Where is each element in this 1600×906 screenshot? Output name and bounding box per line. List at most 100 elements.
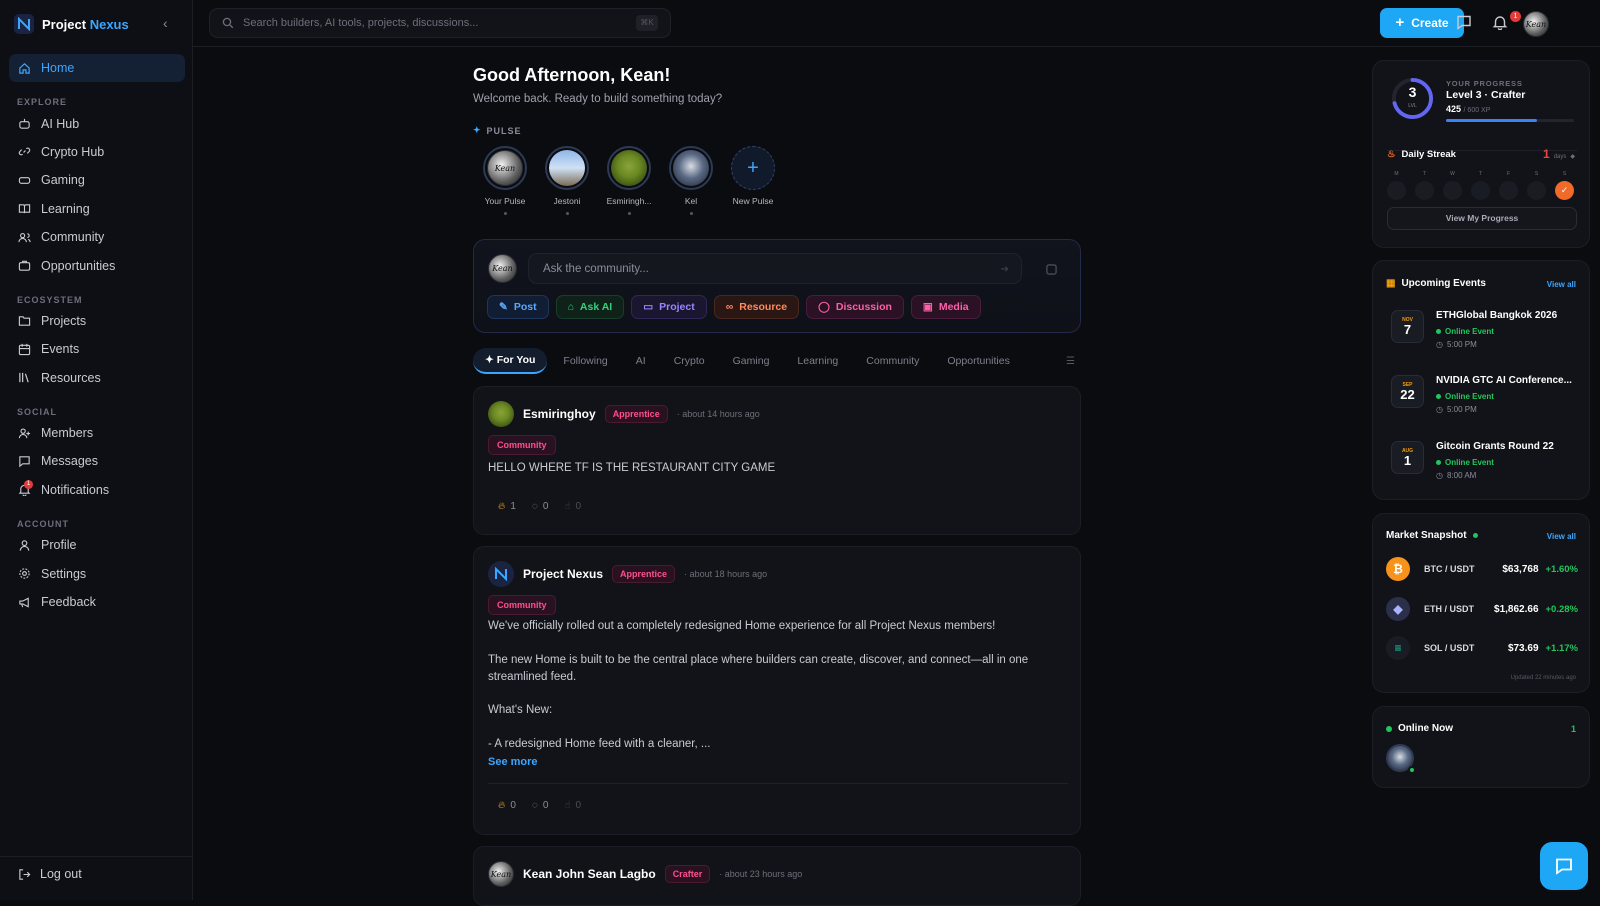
sidebar-item-projects[interactable]: Projects [9,307,185,335]
event-status: Online Event [1436,392,1572,401]
sidebar-item-label: Home [41,61,75,76]
section-social: SOCIAL [17,406,58,417]
avatar: Kean [488,254,517,283]
post-divider [488,783,1068,784]
post-body: HELLO WHERE TF IS THE RESTAURANT CITY GA… [488,462,776,474]
event-item[interactable]: NOV 7 ETHGlobal Bangkok 2026 Online Event ◷… [1391,310,1557,349]
sidebar-item-messages[interactable]: Messages [9,447,185,475]
sidebar-item-label: AI Hub [41,116,80,131]
filter-icon[interactable]: ☰ [1066,356,1075,367]
see-more-link[interactable]: See more [488,756,538,768]
share-button[interactable]: ☝︎ 0 [564,800,581,811]
media-chip[interactable]: ▣ Media [910,295,981,319]
sidebar-item-gaming[interactable]: Gaming [9,166,185,194]
tab-for-you[interactable]: ✦ For You [473,348,548,374]
sidebar-item-ai-hub[interactable]: AI Hub [9,109,185,137]
welcome-text: Welcome back. Ready to build something t… [473,93,723,105]
like-button[interactable]: 🔥︎ 0 [498,800,516,811]
notifications-bell-icon[interactable] [1492,14,1508,33]
tab-ai[interactable]: AI [624,348,658,374]
image-icon: ▣ [922,301,933,313]
library-icon [19,373,29,383]
sidebar-item-resources[interactable]: Resources [9,364,185,392]
category-badge[interactable]: Community [488,435,556,455]
sidebar-item-label: Crypto Hub [41,144,105,159]
event-item[interactable]: SEP 22 NVIDIA GTC AI Conference... Online … [1391,375,1572,414]
share-button[interactable]: ☝︎ 0 [564,501,581,512]
pulse-item-jestoni[interactable]: Jestoni [545,146,589,215]
create-button[interactable]: + Create [1380,8,1464,38]
pulse-item-your-pulse[interactable]: Kean Your Pulse [483,146,527,215]
sidebar-item-notifications[interactable]: 1 Notifications [9,476,185,504]
sidebar-item-community[interactable]: Community [9,223,185,251]
sidebar-item-profile[interactable]: Profile [9,531,185,559]
chat-fab-button[interactable] [1540,842,1588,890]
post-author[interactable]: Esmiringhoy [523,407,596,421]
sidebar-item-label: Community [41,230,105,245]
view-progress-button[interactable]: View My Progress [1387,207,1577,230]
market-row[interactable]: ≡ SOL / USDT $73.69 +1.17% [1386,635,1578,661]
sidebar-item-opportunities[interactable]: Opportunities [9,251,185,279]
post-author[interactable]: Project Nexus [523,567,603,581]
post-author[interactable]: Kean John Sean Lagbo [523,867,656,881]
streak-day: S ✓ [1555,171,1574,200]
like-button[interactable]: 🔥︎ 1 [498,501,516,512]
tab-following[interactable]: Following [551,348,619,374]
tab-opportunities[interactable]: Opportunities [935,348,1021,374]
avatar[interactable] [488,561,514,587]
sidebar-item-label: Events [41,342,80,357]
streak-day: F [1499,171,1518,200]
post-chip[interactable]: ✎ Post [487,295,549,319]
ask-ai-chip[interactable]: ⌂ Ask AI [555,295,625,319]
events-view-all-link[interactable]: View all [1547,280,1576,289]
image-icon[interactable] [1046,263,1057,278]
user-avatar[interactable]: Kean [1523,11,1549,37]
collapse-sidebar-icon[interactable]: ‹ [163,15,168,31]
market-view-all-link[interactable]: View all [1547,532,1576,541]
sidebar-item-events[interactable]: Events [9,335,185,363]
clock-icon: ◷ [1436,405,1443,414]
feed-post: Project Nexus Apprentice · about 18 hour… [473,546,1081,835]
check-icon: ✓ [1555,181,1574,200]
streak-week: M T W T F S S ✓ [1387,171,1574,200]
tab-crypto[interactable]: Crypto [662,348,717,374]
resource-chip[interactable]: ∞ Resource [713,295,800,319]
project-chip[interactable]: ▭ Project [631,295,707,319]
comment-button[interactable]: ◌ 0 [532,800,549,811]
send-icon[interactable]: ➔ [1001,254,1009,285]
messages-icon[interactable] [1456,14,1472,33]
discussion-chip[interactable]: ◯ Discussion [806,295,904,319]
ask-community-input[interactable]: Ask the community... ➔ [528,253,1022,284]
folder-icon [18,316,31,327]
sidebar-item-learning[interactable]: Learning [9,195,185,223]
pulse-item-esmiringhoy[interactable]: Esmiringh... [607,146,651,215]
sidebar-item-crypto-hub[interactable]: Crypto Hub [9,138,185,166]
sidebar-item-label: Messages [41,454,98,469]
event-item[interactable]: AUG 1 Gitcoin Grants Round 22 Online Event… [1391,441,1554,480]
bot-icon [19,118,30,129]
tab-community[interactable]: Community [854,348,931,374]
tab-learning[interactable]: Learning [785,348,850,374]
clock-icon: ◷ [1436,471,1443,480]
streak-count: 1 days ◆ [1543,147,1575,161]
new-pulse-button[interactable]: + New Pulse [731,146,775,215]
sidebar-item-settings[interactable]: Settings [9,559,185,587]
market-row[interactable]: ◆ ETH / USDT $1,862.66 +0.28% [1386,596,1578,622]
sidebar-item-home[interactable]: Home [9,54,185,83]
avatar[interactable]: Kean [488,861,514,887]
category-badge[interactable]: Community [488,595,556,615]
search-input[interactable]: Search builders, AI tools, projects, dis… [209,8,671,38]
avatar[interactable] [488,401,514,427]
logout-button[interactable]: Log out [18,867,82,881]
pulse-item-kel[interactable]: Kel [669,146,713,215]
live-dot-icon [1472,533,1478,538]
sidebar-item-members[interactable]: Members [9,419,185,447]
tab-gaming[interactable]: Gaming [721,348,782,374]
post-paragraph: streamlined feed. [488,671,577,683]
sidebar-item-feedback[interactable]: Feedback [9,588,185,616]
brand[interactable]: Project Nexus [14,13,129,35]
post-time: · about 23 hours ago [719,869,803,879]
post-stats: 🔥︎ 0 ◌ 0 ☝︎ 0 [498,800,581,811]
comment-button[interactable]: ◌ 0 [532,501,549,512]
market-row[interactable]: ₿ BTC / USDT $63,768 +1.60% [1386,556,1578,582]
